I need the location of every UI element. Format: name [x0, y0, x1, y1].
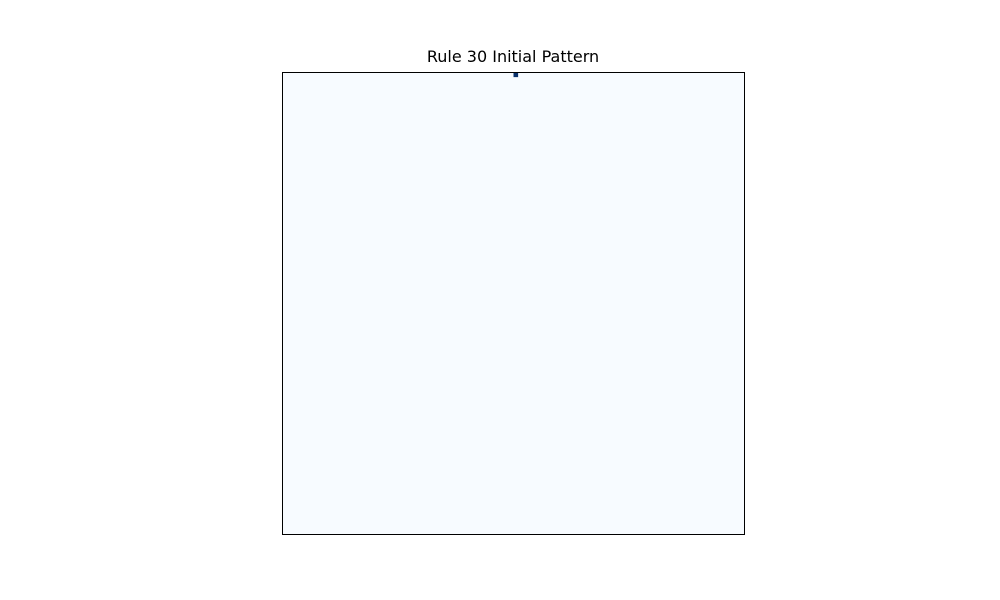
- heatmap-background: [282, 72, 745, 535]
- heatmap-cells: [513, 72, 519, 78]
- heatmap-cell-active: [513, 72, 519, 78]
- heatmap-plot: [282, 72, 745, 535]
- chart-figure: Rule 30 Initial Pattern: [0, 0, 1000, 600]
